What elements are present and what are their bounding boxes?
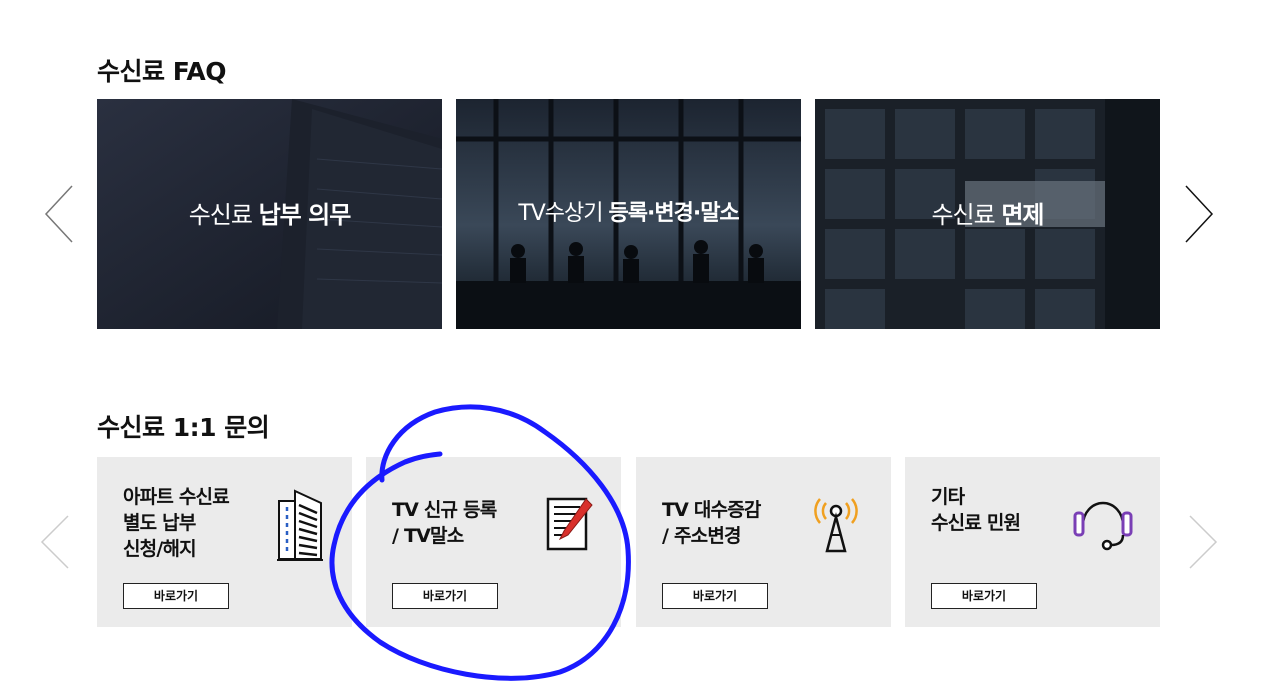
inquiry-card-text: 기타 수신료 민원: [931, 486, 1021, 534]
faq-card-payment-duty[interactable]: 수신료 납부 의무: [97, 99, 442, 329]
go-button[interactable]: 바로가기: [931, 583, 1037, 609]
inquiry-card-text: TV 신규 등록 / TV말소: [392, 499, 497, 547]
inquiry-card-text: 아파트 수신료 별도 납부 신청/해지: [123, 486, 230, 560]
inquiry-next-arrow-icon[interactable]: [1184, 512, 1224, 572]
inquiry-section-title: 수신료 1:1 문의: [97, 413, 270, 442]
faq-next-arrow-icon[interactable]: [1180, 184, 1220, 244]
faq-card-label: 수신료 납부 의무: [188, 201, 352, 229]
document-pencil-icon: [546, 495, 594, 557]
apartment-building-icon: [277, 487, 323, 565]
faq-card-label: 수신료 면제: [931, 201, 1044, 229]
inquiry-card-other-complaint: 기타 수신료 민원 바로가기: [905, 457, 1160, 627]
faq-card-tv-registration[interactable]: TV수상기 등록·변경·말소: [456, 99, 801, 329]
inquiry-card-text: TV 대수증감 / 주소변경: [662, 499, 761, 547]
go-button[interactable]: 바로가기: [123, 583, 229, 609]
inquiry-card-tv-count-address: TV 대수증감 / 주소변경 바로가기: [636, 457, 891, 627]
inquiry-prev-arrow-icon[interactable]: [36, 512, 76, 572]
inquiry-card-apartment-fee: 아파트 수신료 별도 납부 신청/해지 바로가기: [97, 457, 352, 627]
go-button[interactable]: 바로가기: [392, 583, 498, 609]
faq-card-label: TV수상기 등록·변경·말소: [518, 201, 739, 226]
go-button[interactable]: 바로가기: [662, 583, 768, 609]
faq-prev-arrow-icon[interactable]: [40, 184, 80, 244]
headset-icon: [1071, 495, 1135, 557]
faq-card-exemption[interactable]: 수신료 면제: [815, 99, 1160, 329]
broadcast-tower-icon: [808, 495, 864, 557]
faq-section-title: 수신료 FAQ: [97, 57, 227, 86]
inquiry-card-tv-new-registration: TV 신규 등록 / TV말소 바로가기: [366, 457, 621, 627]
